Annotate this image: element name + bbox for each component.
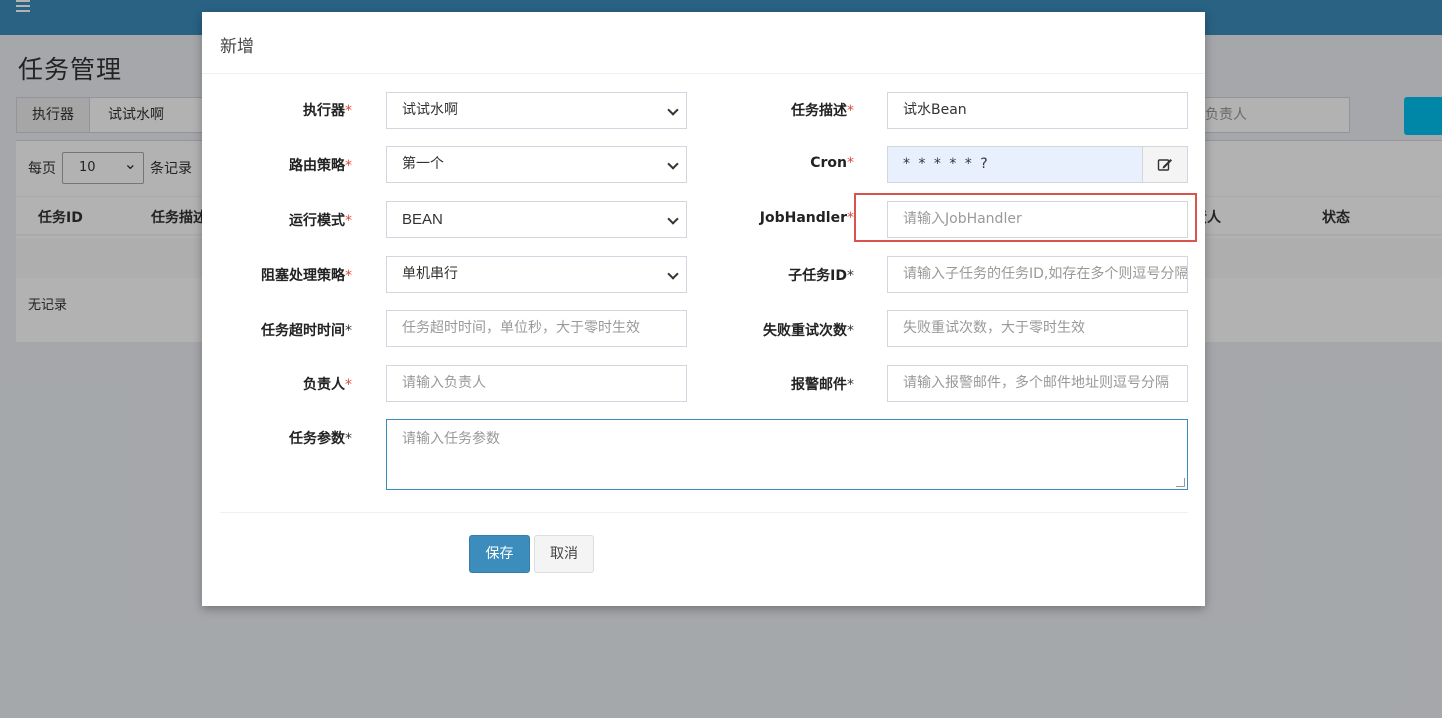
- retry-label: 失败重试次数*: [763, 323, 854, 339]
- retry-input[interactable]: 失败重试次数，大于零时生效: [887, 310, 1188, 347]
- params-label: 任务参数*: [289, 431, 352, 447]
- add-job-modal: 新增 执行器* 试试水啊 任务描述* 试水Bean 路由策略* 第一个 Cron…: [202, 12, 1205, 606]
- route-strategy-select[interactable]: 第一个: [386, 146, 687, 183]
- child-job-id-label: 子任务ID*: [788, 268, 854, 284]
- highlight-box: [854, 193, 1197, 242]
- cancel-button[interactable]: 取消: [534, 535, 594, 573]
- job-handler-label: JobHandler*: [759, 210, 854, 226]
- cron-edit-button[interactable]: [1142, 146, 1188, 183]
- child-job-id-input[interactable]: 请输入子任务的任务ID,如存在多个则逗号分隔: [887, 256, 1188, 293]
- route-strategy-label: 路由策略*: [289, 158, 352, 174]
- edit-icon: [1157, 159, 1172, 171]
- block-strategy-label: 阻塞处理策略*: [261, 268, 352, 284]
- block-strategy-select[interactable]: 单机串行: [386, 256, 687, 293]
- job-desc-input[interactable]: 试水Bean: [887, 92, 1188, 129]
- timeout-label: 任务超时时间*: [261, 323, 352, 339]
- timeout-input[interactable]: 任务超时时间，单位秒，大于零时生效: [386, 310, 687, 347]
- job-desc-label: 任务描述*: [791, 103, 854, 119]
- author-label: 负责人*: [303, 377, 352, 393]
- alarm-email-label: 报警邮件*: [791, 377, 854, 393]
- params-textarea[interactable]: 请输入任务参数: [386, 419, 1188, 490]
- alarm-email-input[interactable]: 请输入报警邮件，多个邮件地址则逗号分隔: [887, 365, 1188, 402]
- run-mode-label: 运行模式*: [289, 213, 352, 229]
- cron-label: Cron*: [810, 155, 854, 171]
- modal-footer-divider: [220, 512, 1188, 513]
- cron-input[interactable]: * * * * * ?: [887, 146, 1143, 183]
- executor-label: 执行器*: [303, 103, 352, 119]
- author-input[interactable]: 请输入负责人: [386, 365, 687, 402]
- run-mode-select[interactable]: BEAN: [386, 201, 687, 238]
- modal-title: 新增: [202, 12, 1205, 74]
- save-button[interactable]: 保存: [469, 535, 530, 573]
- executor-select[interactable]: 试试水啊: [386, 92, 687, 129]
